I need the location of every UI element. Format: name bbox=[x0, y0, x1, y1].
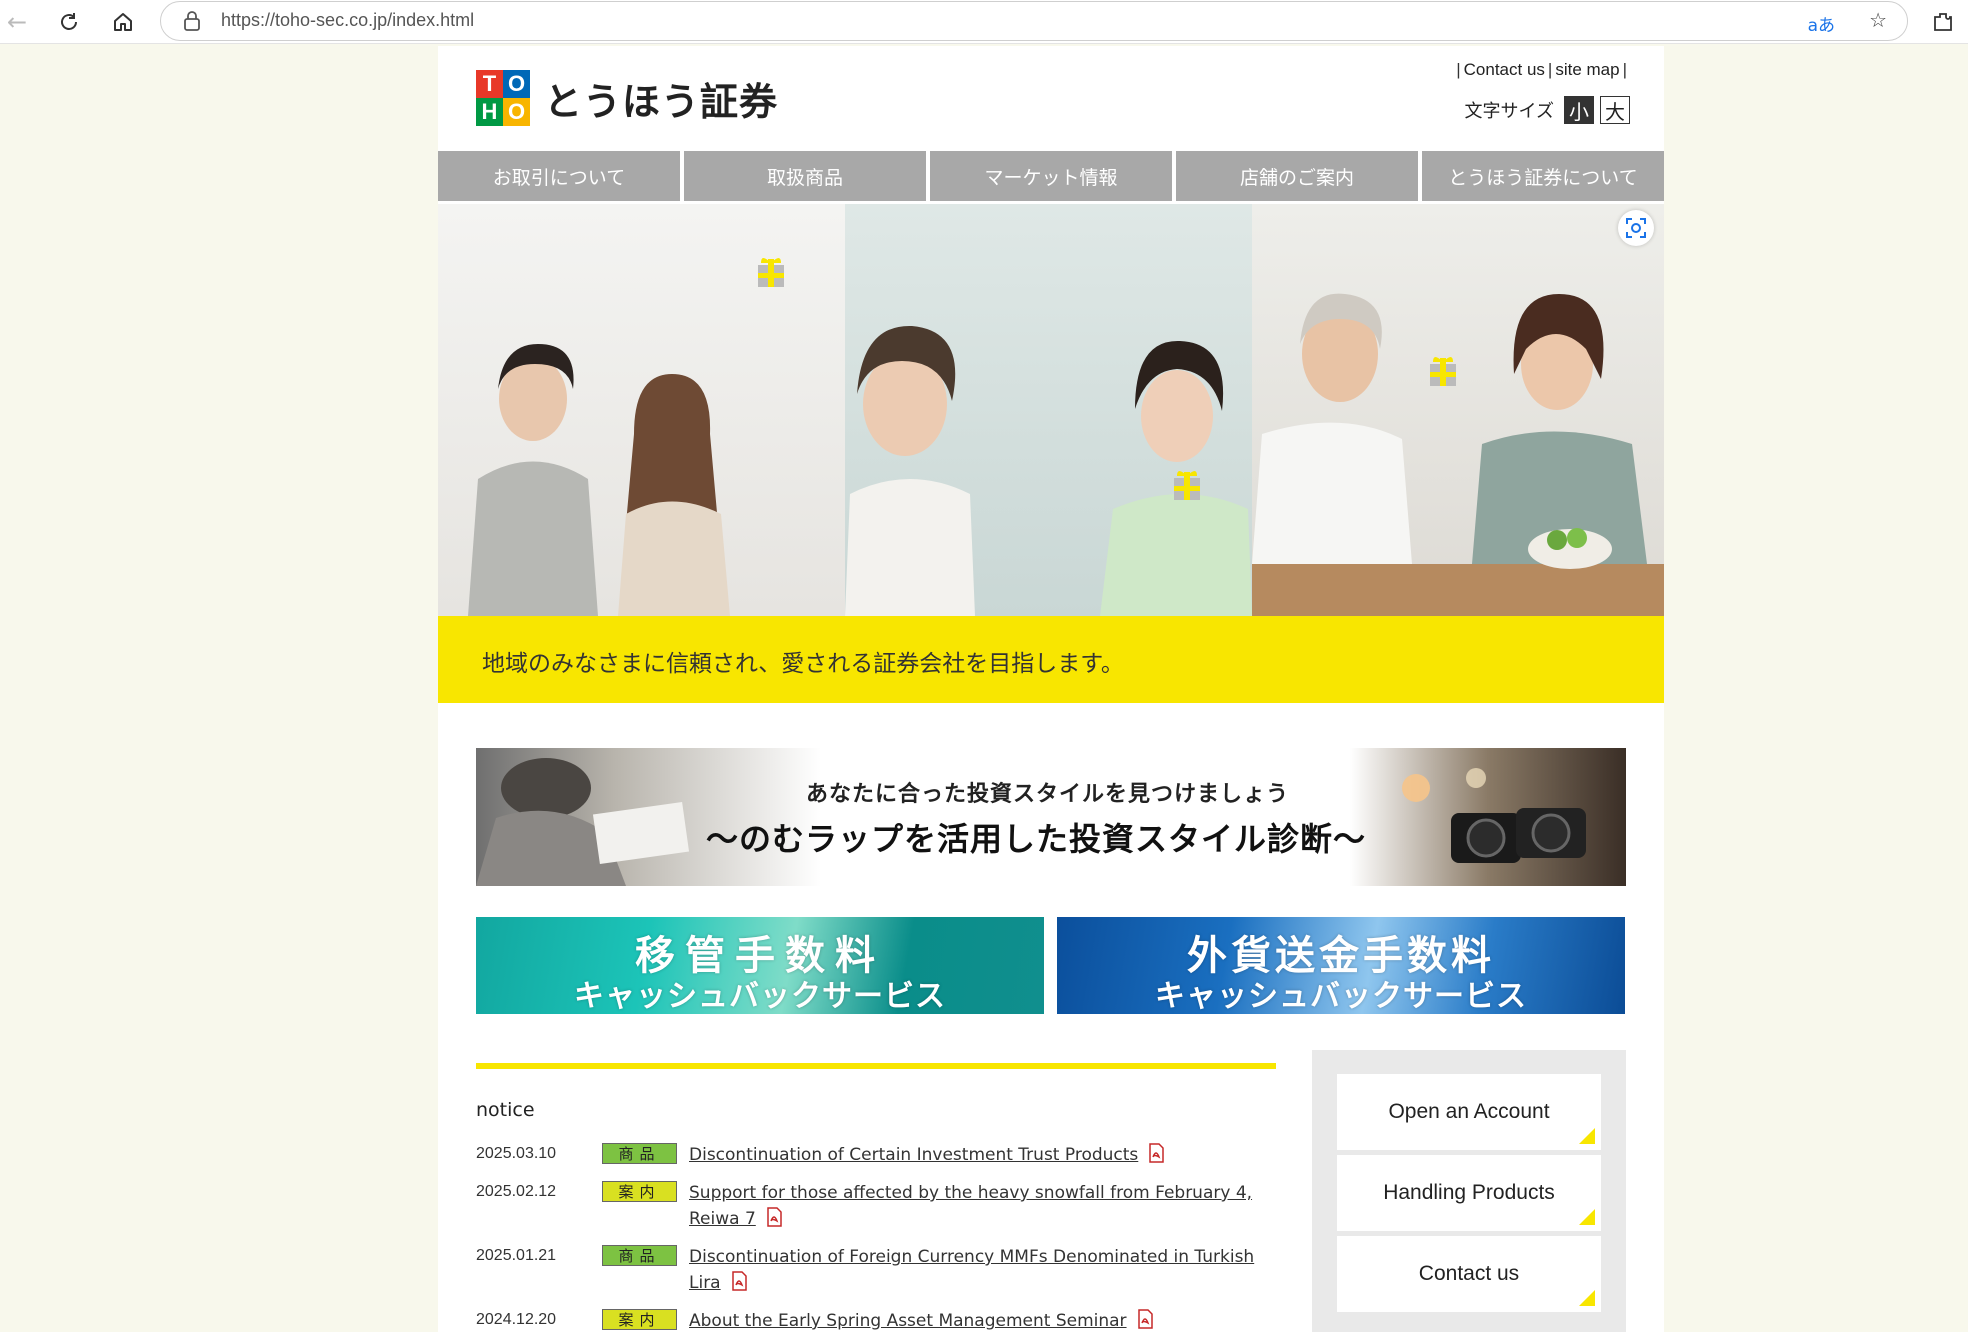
hero-panel-young-couple bbox=[438, 204, 845, 616]
news-date: 2024.12.20 bbox=[476, 1311, 557, 1328]
pdf-icon[interactable] bbox=[1135, 1309, 1155, 1329]
list-item: 2025.02.12 案内 Support for those affected… bbox=[476, 1180, 1276, 1232]
pdf-icon[interactable] bbox=[764, 1207, 784, 1227]
banner-main-heading: あなたに合った投資スタイルを見つけましょう bbox=[806, 782, 1290, 807]
scan-icon bbox=[1626, 218, 1646, 238]
banner-main-subheading: ～のむラップを活用した投資スタイル診断～ bbox=[706, 820, 1367, 858]
contact-us-label: Contact us bbox=[1418, 1262, 1520, 1285]
list-item: 2025.03.10 商品 Discontinuation of Certain… bbox=[476, 1142, 1276, 1168]
hero-panel-senior-couple bbox=[1252, 204, 1664, 616]
utility-links: | Contact us | site map | bbox=[1456, 60, 1627, 79]
notice-divider bbox=[476, 1063, 1276, 1069]
news-link[interactable]: About the Early Spring Asset Management … bbox=[689, 1311, 1127, 1331]
global-nav: お取引について 取扱商品 マーケット情報 店舗のご案内 とうほう証券について bbox=[438, 151, 1664, 201]
tagline-bar: 地域のみなさまに信頼され、愛される証券会社を目指します。 bbox=[438, 616, 1664, 703]
back-arrow-icon[interactable]: ← bbox=[0, 6, 34, 38]
notice-list: 2025.03.10 商品 Discontinuation of Certain… bbox=[476, 1142, 1276, 1332]
gift-icon bbox=[1430, 357, 1456, 386]
news-date: 2025.03.10 bbox=[476, 1145, 557, 1162]
logo-mark: T O H O bbox=[476, 70, 530, 126]
handling-products-button[interactable]: Handling Products bbox=[1337, 1155, 1601, 1231]
translate-icon[interactable]: aあ bbox=[1808, 11, 1835, 36]
open-account-label: Open an Account bbox=[1388, 1100, 1550, 1123]
lock-icon[interactable] bbox=[183, 11, 201, 31]
hero-panel-mother-daughter bbox=[845, 204, 1252, 616]
font-size-label: 文字サイズ bbox=[1464, 101, 1554, 122]
notice-heading: notice bbox=[476, 1099, 535, 1121]
banner-photo-right bbox=[1402, 768, 1586, 863]
nav-item-products[interactable]: 取扱商品 bbox=[684, 151, 926, 201]
banner-photo-left bbox=[476, 758, 690, 886]
address-bar[interactable]: https://toho-sec.co.jp/index.html aあ ☆ bbox=[160, 1, 1908, 41]
logo-text: とうほう証券 bbox=[544, 79, 779, 124]
news-date: 2025.02.12 bbox=[476, 1183, 557, 1200]
corner-arrow-icon bbox=[1579, 1209, 1595, 1225]
corner-arrow-icon bbox=[1579, 1290, 1595, 1306]
contact-us-link[interactable]: Contact us bbox=[1464, 60, 1545, 79]
fx-banner-subtitle: キャッシュバックサービス bbox=[1155, 979, 1527, 1014]
news-category-tag: 案内 bbox=[602, 1309, 677, 1330]
hero-image bbox=[438, 204, 1664, 616]
nav-item-market[interactable]: マーケット情報 bbox=[930, 151, 1172, 201]
site-map-link[interactable]: site map bbox=[1555, 60, 1619, 79]
visual-search-button[interactable] bbox=[1618, 210, 1654, 246]
nav-item-about[interactable]: とうほう証券について bbox=[1422, 151, 1664, 201]
open-account-button[interactable]: Open an Account bbox=[1337, 1074, 1601, 1150]
pdf-icon[interactable] bbox=[1146, 1143, 1166, 1163]
news-link[interactable]: Discontinuation of Certain Investment Tr… bbox=[689, 1145, 1138, 1165]
tagline-text: 地域のみなさまに信頼され、愛される証券会社を目指します。 bbox=[482, 651, 1124, 677]
news-category-tag: 案内 bbox=[602, 1181, 677, 1202]
quick-links-panel: Open an Account Handling Products Contac… bbox=[1312, 1050, 1626, 1332]
gift-icon bbox=[1174, 471, 1200, 500]
news-category-tag: 商品 bbox=[602, 1143, 677, 1164]
font-small-button[interactable]: 小 bbox=[1564, 96, 1594, 124]
pdf-icon[interactable] bbox=[729, 1271, 749, 1291]
news-date: 2025.01.21 bbox=[476, 1247, 557, 1264]
news-category-tag: 商品 bbox=[602, 1245, 677, 1266]
fx-remittance-cashback-banner[interactable]: 外貨送金手数料 キャッシュバックサービス bbox=[1057, 917, 1625, 1014]
handling-products-label: Handling Products bbox=[1383, 1181, 1555, 1204]
home-icon[interactable] bbox=[106, 6, 140, 38]
investment-style-banner[interactable]: あなたに合った投資スタイルを見つけましょう ～のむラップを活用した投資スタイル診… bbox=[476, 748, 1626, 886]
news-link[interactable]: Discontinuation of Foreign Currency MMFs… bbox=[689, 1247, 1254, 1293]
font-size-control: 文字サイズ 小 大 bbox=[1465, 96, 1630, 124]
browser-toolbar: ← https://toho-sec.co.jp/index.html aあ ☆ bbox=[0, 0, 1968, 44]
transfer-fee-cashback-banner[interactable]: 移管手数料 キャッシュバックサービス bbox=[476, 917, 1044, 1014]
transfer-banner-subtitle: キャッシュバックサービス bbox=[574, 979, 946, 1014]
gift-icon bbox=[758, 258, 784, 287]
list-item: 2025.01.21 商品 Discontinuation of Foreign… bbox=[476, 1244, 1276, 1296]
url-text[interactable]: https://toho-sec.co.jp/index.html bbox=[221, 10, 474, 31]
font-large-button[interactable]: 大 bbox=[1600, 96, 1630, 124]
extensions-icon[interactable] bbox=[1926, 6, 1960, 38]
site-logo[interactable]: T O H O とうほう証券 bbox=[476, 70, 778, 126]
nav-item-branches[interactable]: 店舗のご案内 bbox=[1176, 151, 1418, 201]
star-icon[interactable]: ☆ bbox=[1869, 8, 1887, 32]
corner-arrow-icon bbox=[1579, 1128, 1595, 1144]
page-content: T O H O とうほう証券 | Contact us | site map | 文字サ… bbox=[438, 46, 1664, 1332]
list-item: 2024.12.20 案内 About the Early Spring Ass… bbox=[476, 1308, 1276, 1332]
nav-item-trading[interactable]: お取引について bbox=[438, 151, 680, 201]
reload-icon[interactable] bbox=[52, 6, 86, 38]
contact-us-button[interactable]: Contact us bbox=[1337, 1236, 1601, 1312]
